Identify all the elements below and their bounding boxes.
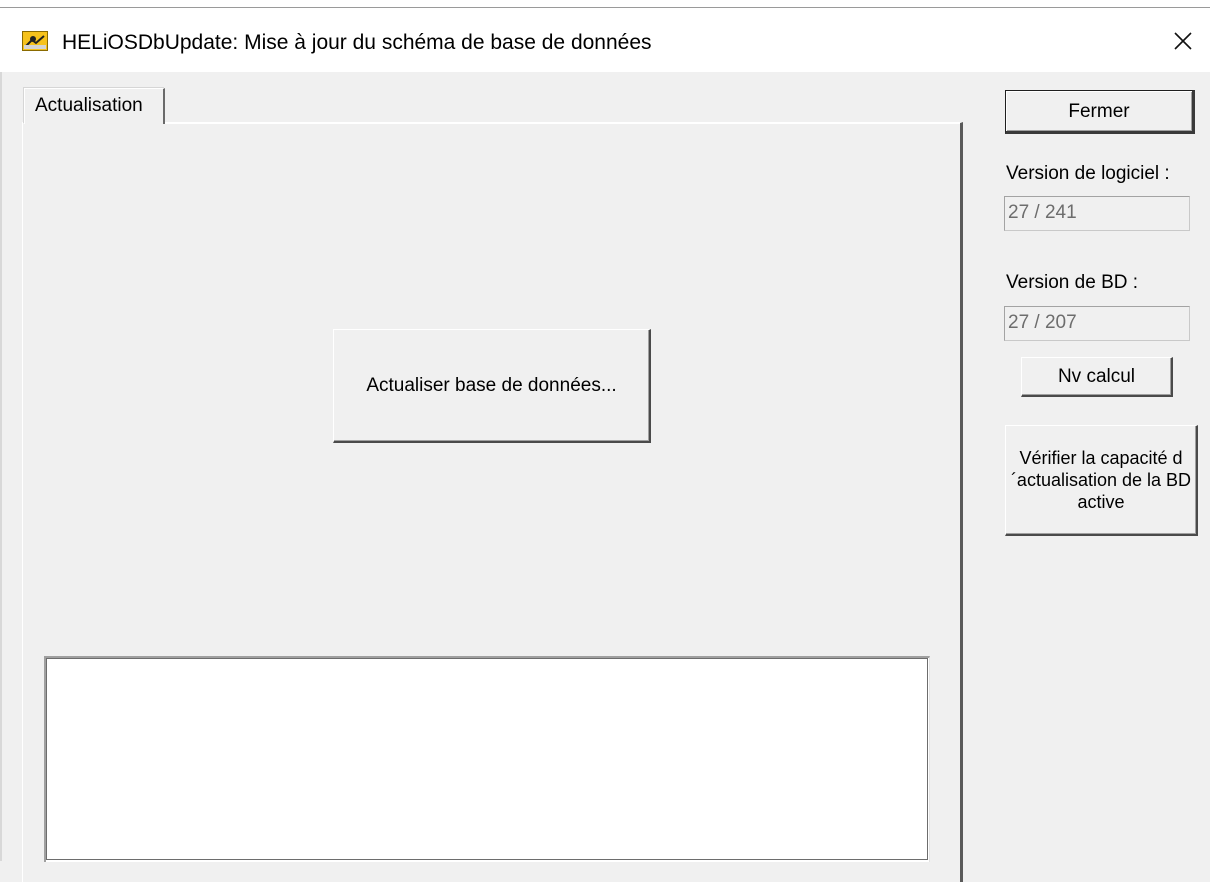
tab-panel-top-edge <box>165 122 960 124</box>
software-version-value: 27 / 241 <box>1008 202 1077 223</box>
tab-actualisation[interactable]: Actualisation <box>24 88 165 124</box>
window-left-edge <box>0 72 2 861</box>
new-calculation-button-label: Nv calcul <box>1057 366 1136 387</box>
software-version-label: Version de logiciel : <box>1006 163 1170 184</box>
app-icon <box>22 31 48 51</box>
close-button[interactable] <box>1160 22 1206 60</box>
update-database-button[interactable]: Actualiser base de données... <box>333 329 651 443</box>
verify-update-capability-button[interactable]: Vérifier la capacité d´actualisation de … <box>1005 425 1198 536</box>
tab-actualisation-label: Actualisation <box>35 95 143 116</box>
db-version-field[interactable]: 27 / 207 <box>1004 306 1190 341</box>
close-icon <box>1174 32 1192 50</box>
app-window: HELiOSDbUpdate: Mise à jour du schéma de… <box>0 0 1210 882</box>
fermer-button[interactable]: Fermer <box>1005 90 1195 134</box>
verify-update-capability-button-label: Vérifier la capacité d´actualisation de … <box>1010 448 1192 512</box>
update-database-button-label: Actualiser base de données... <box>366 375 617 396</box>
log-output-box[interactable] <box>44 656 930 862</box>
window-title: HELiOSDbUpdate: Mise à jour du schéma de… <box>62 31 652 54</box>
db-version-label: Version de BD : <box>1006 272 1139 293</box>
fermer-button-label: Fermer <box>1068 100 1130 122</box>
db-version-value: 27 / 207 <box>1008 312 1077 333</box>
new-calculation-button[interactable]: Nv calcul <box>1021 357 1173 397</box>
title-bar[interactable]: HELiOSDbUpdate: Mise à jour du schéma de… <box>0 8 1210 72</box>
software-version-field[interactable]: 27 / 241 <box>1004 196 1190 231</box>
